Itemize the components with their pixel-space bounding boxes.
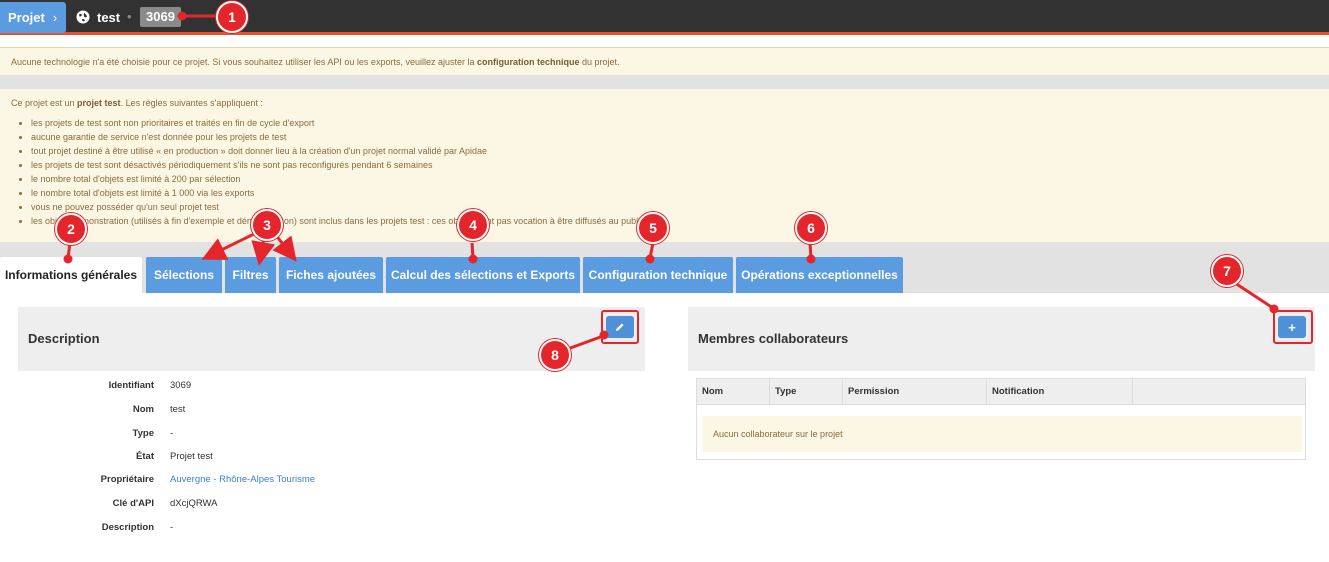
tech-config-alert: Aucune technologie n'a été choisie pour … xyxy=(0,47,1329,75)
rule-item: le nombre total d'objets est limité à 1 … xyxy=(31,186,1318,200)
annotation-marker-4: 4 xyxy=(457,209,489,241)
field-value-description: - xyxy=(170,522,174,533)
field-value-cle-api: dXcjQRWA xyxy=(170,498,218,509)
top-bar: Projet › test • 3069 xyxy=(0,0,1329,35)
separator-dot: • xyxy=(127,9,132,24)
tech-alert-text-end: du projet. xyxy=(579,57,620,67)
annotation-marker-7: 7 xyxy=(1211,255,1243,287)
field-label-type: Type xyxy=(132,428,154,439)
field-label-identifiant: Identifiant xyxy=(108,380,154,391)
tab-informations-generales[interactable]: Informations générales xyxy=(0,257,142,293)
owner-link[interactable]: Auvergne - Rhône-Alpes Tourisme xyxy=(170,474,315,485)
annotation-marker-6: 6 xyxy=(795,212,827,244)
field-value-nom: test xyxy=(170,404,186,415)
annotation-marker-3: 3 xyxy=(251,209,283,241)
field-value-identifiant: 3069 xyxy=(170,380,192,391)
members-title: Membres collaborateurs xyxy=(698,331,849,346)
members-table: Nom Type Permission Notification Aucun c… xyxy=(696,378,1306,460)
rule-item: tout projet destiné à être utilisé « en … xyxy=(31,144,1318,158)
column-header-type[interactable]: Type xyxy=(770,379,843,405)
tech-config-link[interactable]: configuration technique xyxy=(477,57,580,67)
description-title: Description xyxy=(28,331,100,346)
tab-filtres[interactable]: Filtres xyxy=(225,257,276,293)
column-header-notification[interactable]: Notification xyxy=(987,379,1133,405)
annotation-marker-5: 5 xyxy=(637,212,669,244)
project-button-label: Projet xyxy=(8,10,45,25)
project-id-badge: 3069 xyxy=(140,7,181,27)
tab-selections[interactable]: Sélections xyxy=(146,257,222,293)
column-header-nom[interactable]: Nom xyxy=(697,379,770,405)
chevron-right-icon: › xyxy=(52,10,58,25)
rule-item: les projets de test sont désactivés péri… xyxy=(31,158,1318,172)
annotation-marker-8: 8 xyxy=(539,339,571,371)
rule-item: aucune garantie de service n'est donnée … xyxy=(31,130,1318,144)
field-label-etat: État xyxy=(136,451,154,462)
tab-operations-exceptionnelles[interactable]: Opérations exceptionnelles xyxy=(736,257,903,293)
rule-item: les projets de test sont non prioritaire… xyxy=(31,116,1318,130)
tab-calcul-selections-exports[interactable]: Calcul des sélections et Exports xyxy=(386,257,580,293)
rule-item: vous ne pouvez posséder qu'un seul proje… xyxy=(31,200,1318,214)
tab-configuration-technique[interactable]: Configuration technique xyxy=(583,257,733,293)
rule-item: le nombre total d'objets est limité à 20… xyxy=(31,172,1318,186)
test-intro-text-end: . Les règles suivantes s'appliquent : xyxy=(120,98,263,108)
project-menu-button[interactable]: Projet › xyxy=(0,2,66,33)
tech-alert-text: Aucune technologie n'a été choisie pour … xyxy=(11,57,477,67)
field-value-etat: Projet test xyxy=(170,451,213,462)
field-label-proprietaire: Propriétaire xyxy=(100,474,154,485)
separator-band xyxy=(0,75,1329,89)
field-value-type: - xyxy=(170,428,174,439)
empty-collaborators-message: Aucun collaborateur sur le projet xyxy=(702,416,1302,452)
globe-icon xyxy=(76,10,90,24)
annotation-highlight xyxy=(1273,310,1313,344)
project-name: test xyxy=(97,10,121,25)
test-alert-intro: Ce projet est un projet test. Les règles… xyxy=(11,98,1318,108)
annotation-highlight xyxy=(601,310,639,344)
test-intro-bold: projet test xyxy=(77,98,121,108)
rule-item: les objets démonstration (utilisés à fin… xyxy=(31,214,1318,228)
test-intro-text: Ce projet est un xyxy=(11,98,78,108)
field-label-description: Description xyxy=(101,522,154,533)
annotation-marker-2: 2 xyxy=(55,213,87,245)
test-rules-list: les projets de test sont non prioritaire… xyxy=(11,116,1318,228)
field-label-nom: Nom xyxy=(132,404,154,415)
column-header-permission[interactable]: Permission xyxy=(843,379,987,405)
annotation-marker-1: 1 xyxy=(216,1,248,33)
members-table-header: Nom Type Permission Notification xyxy=(697,379,1305,405)
field-label-cle-api: Clé d'API xyxy=(112,498,154,509)
tab-fiches-ajoutees[interactable]: Fiches ajoutées xyxy=(279,257,383,293)
